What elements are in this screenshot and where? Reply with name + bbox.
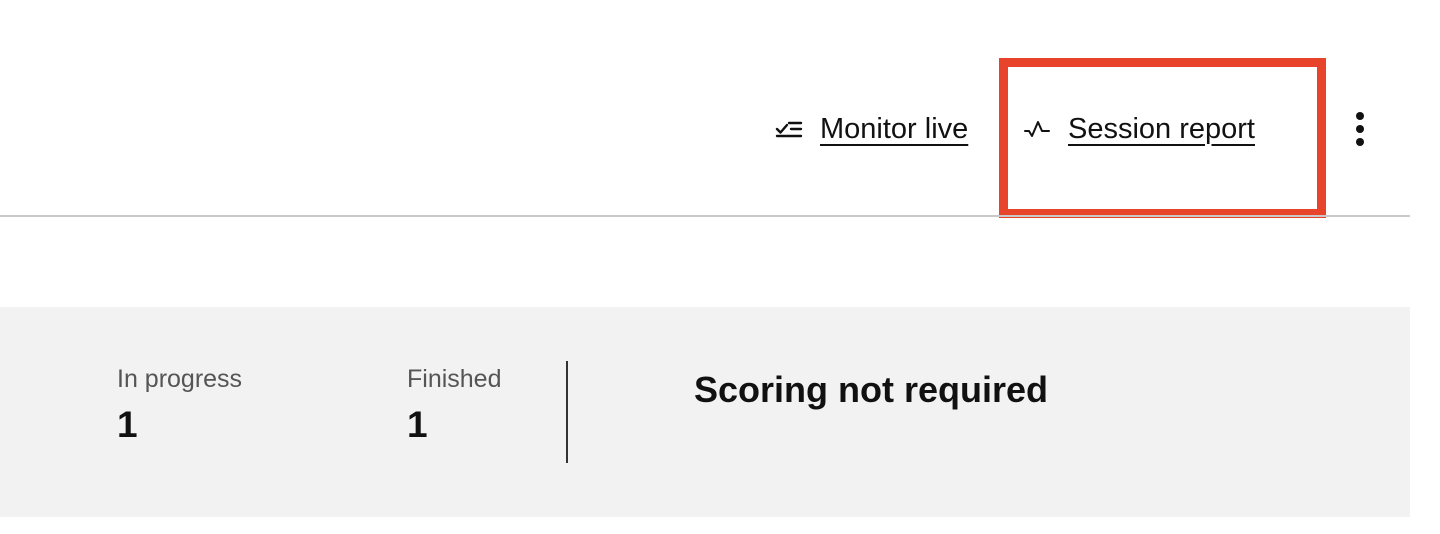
session-report-link[interactable]: Session report — [1022, 106, 1255, 152]
finished-count: 1 — [407, 404, 428, 445]
header-divider — [0, 215, 1410, 217]
more-vertical-icon — [1356, 112, 1364, 120]
more-options-button[interactable] — [1340, 106, 1380, 152]
in-progress-label: In progress — [117, 365, 243, 393]
checklist-icon — [774, 114, 804, 144]
monitor-live-label: Monitor live — [820, 112, 969, 145]
more-vertical-icon-dot — [1356, 125, 1364, 133]
scoring-status: Scoring not required — [694, 369, 1049, 410]
monitor-live-link[interactable]: Monitor live — [774, 106, 968, 152]
finished-label: Finished — [407, 365, 502, 393]
pulse-icon — [1022, 114, 1052, 144]
in-progress-count: 1 — [117, 404, 138, 445]
summary-divider — [566, 361, 568, 463]
finished-stat: Finished 1 — [407, 365, 502, 446]
session-summary-panel: In progress 1 Finished 1 Scoring not req… — [0, 307, 1410, 517]
more-vertical-icon-dot — [1356, 138, 1364, 146]
in-progress-stat: In progress 1 — [117, 365, 242, 446]
session-report-label: Session report — [1068, 112, 1255, 145]
